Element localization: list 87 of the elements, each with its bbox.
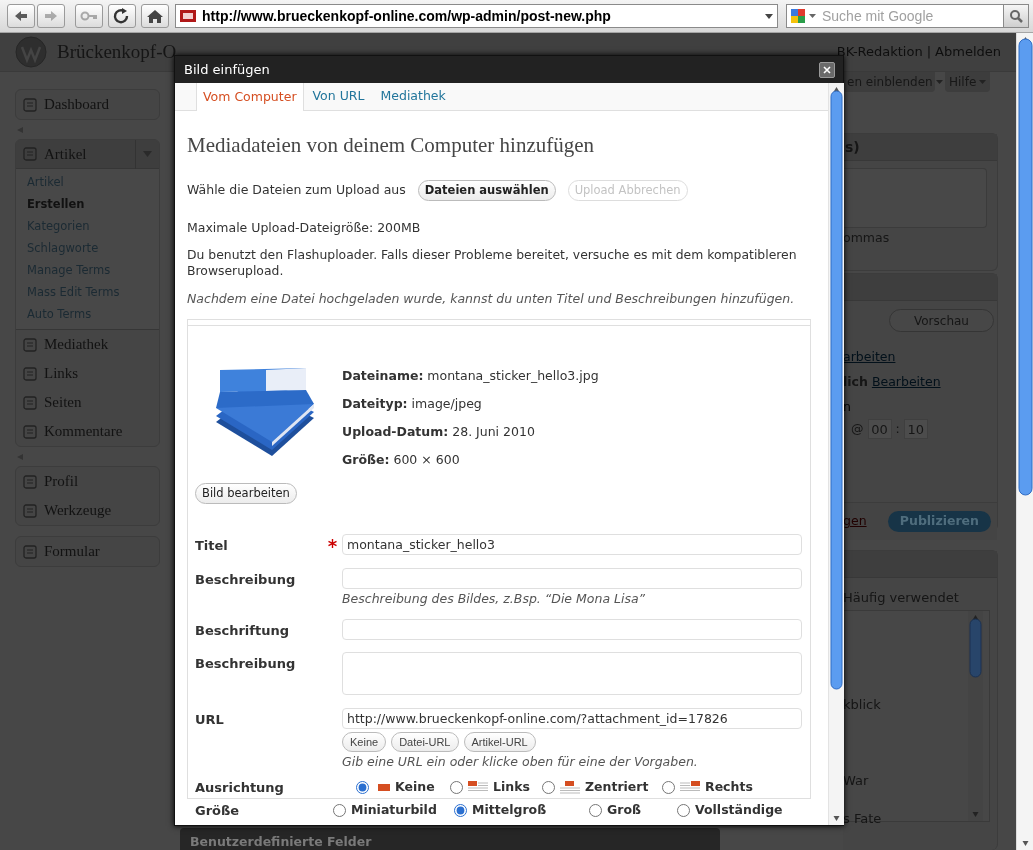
text-field[interactable]: montana_sticker_hello3 xyxy=(342,534,802,555)
menu-icon xyxy=(22,146,38,162)
menu-icon xyxy=(22,502,38,519)
address-field[interactable]: http://www.brueckenkopf-online.com/wp-admin/post-new.php xyxy=(175,4,778,28)
detail-text: Dateiname: montana_sticker_hello3.jpg xyxy=(342,367,599,385)
url-preset-button[interactable]: Artikel-URL xyxy=(463,732,536,752)
colon-text: : xyxy=(895,419,900,438)
search-icon xyxy=(1009,9,1023,23)
search-engine-icon xyxy=(790,8,806,24)
text-field[interactable]: http://www.brueckenkopf-online.com/?attachment_id=17826 xyxy=(342,708,802,729)
image-only-icon xyxy=(378,784,390,792)
option-label: Groß xyxy=(607,800,641,819)
text-field[interactable] xyxy=(342,567,802,589)
reload-icon xyxy=(113,8,131,24)
close-button[interactable] xyxy=(819,61,835,78)
field-label: Größe xyxy=(195,802,240,818)
reload-button[interactable] xyxy=(108,4,136,28)
field-label: URL xyxy=(195,712,224,727)
field-label: Ausrichtung xyxy=(195,780,284,795)
publish-button[interactable]: Publizieren xyxy=(887,511,991,533)
search-field[interactable]: Suche mit Google xyxy=(819,4,1003,28)
align-center-icon xyxy=(560,781,580,795)
menu-icon xyxy=(22,96,38,113)
search-engine-button[interactable] xyxy=(786,4,819,28)
tab[interactable]: Mediathek xyxy=(373,83,453,110)
tab[interactable]: Von URL xyxy=(305,83,372,110)
radio-button[interactable] xyxy=(356,781,369,795)
dropdown-icon xyxy=(765,13,773,19)
required-icon xyxy=(328,539,337,548)
max-size-text: Maximale Upload-Dateigröße: 200MB xyxy=(187,219,422,237)
search-button[interactable] xyxy=(1003,4,1029,28)
back-button[interactable] xyxy=(7,4,35,28)
field-label: Beschreibung xyxy=(195,571,296,587)
menu-icon xyxy=(22,473,38,490)
help-text: Beschreibung des Bildes, z.Bsp. “Die Mona Lisa” xyxy=(342,590,647,607)
hint-text: Nachdem eine Datei hochgeladen wurde, kannst du unten Titel und Beschreibungen hinzufügen. xyxy=(187,291,796,307)
radio-button[interactable] xyxy=(454,803,467,817)
option-label: Links xyxy=(493,778,530,797)
caret-icon xyxy=(935,80,943,84)
home-icon xyxy=(146,8,164,24)
menu-icon xyxy=(22,365,38,382)
upload-note: Du benutzt den Flashuploader. Falls dieser Probleme bereitet, versuche es mit dem kompatibleren Browserupload. xyxy=(187,247,798,279)
url-preset-button[interactable]: Keine xyxy=(342,732,387,752)
option-label: Keine xyxy=(395,778,435,797)
edit-link[interactable]: arbeiten xyxy=(843,349,896,364)
at-text: @ xyxy=(851,419,864,438)
field-label: Beschriftung xyxy=(195,622,289,638)
logo-icon xyxy=(15,36,47,68)
separator-text: | xyxy=(926,43,932,62)
field-label: Beschreibung xyxy=(195,656,296,671)
upload-label: Wähle die Dateien zum Upload aus xyxy=(187,180,406,199)
option-label: Mittelgroß xyxy=(472,800,547,819)
panel-title: Benutzerdefinierte Felder xyxy=(190,834,372,849)
radio-button[interactable] xyxy=(542,781,555,795)
dialog-heading: Mediadateien von deinem Computer hinzufügen xyxy=(187,132,596,158)
radio-button[interactable] xyxy=(450,781,463,795)
menu-icon xyxy=(22,543,38,560)
tab[interactable]: Vom Computer xyxy=(196,83,304,111)
menu-icon xyxy=(22,336,38,353)
edit-image-button[interactable]: Bild bearbeiten xyxy=(195,483,297,504)
dropdown-icon xyxy=(809,14,816,18)
edit-link[interactable]: Bearbeiten xyxy=(871,372,941,392)
dialog-title: Bild einfügen xyxy=(184,60,270,79)
text-field[interactable] xyxy=(342,618,802,640)
field-label: Titel xyxy=(195,538,228,553)
detail-text: Upload-Datum: 28. Juni 2010 xyxy=(342,423,536,441)
url-preset-button[interactable]: Datei-URL xyxy=(391,732,459,752)
home-button[interactable] xyxy=(141,4,169,28)
option-label: Rechts xyxy=(705,778,753,797)
date-label: n xyxy=(843,397,852,416)
option-label: Zentriert xyxy=(585,778,649,797)
menu-icon xyxy=(22,423,38,440)
radio-button[interactable] xyxy=(677,803,690,817)
site-icon xyxy=(180,10,196,22)
select-files-button[interactable]: Dateien auswählen xyxy=(417,179,556,201)
help-text: Gib eine URL ein oder klicke oben für eine der Vorgaben. xyxy=(342,754,699,770)
menu-icon xyxy=(22,394,38,411)
radio-button[interactable] xyxy=(589,803,602,817)
radio-button[interactable] xyxy=(662,781,675,795)
detail-text: Größe: 600 × 600 xyxy=(342,451,461,469)
option-label: Vollständige xyxy=(695,800,783,819)
option-label: Miniaturbild xyxy=(351,800,437,819)
close-icon xyxy=(823,65,831,74)
tags-field[interactable] xyxy=(843,168,987,228)
detail-text: Dateityp: image/jpeg xyxy=(342,395,483,413)
delete-link[interactable]: gen xyxy=(843,512,867,532)
radio-button[interactable] xyxy=(333,803,346,817)
